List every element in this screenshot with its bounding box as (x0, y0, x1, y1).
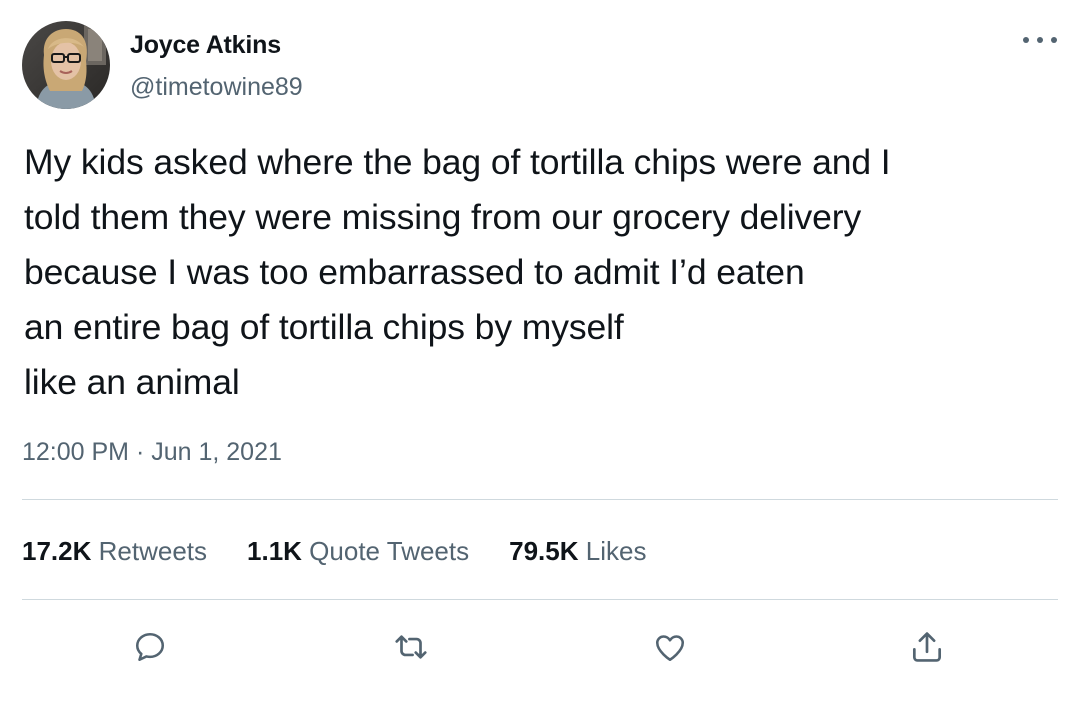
retweet-icon (395, 635, 427, 659)
retweets-count: 17.2K (22, 536, 92, 566)
share-button[interactable] (905, 625, 949, 669)
divider (22, 599, 1058, 600)
reply-icon (135, 632, 165, 662)
like-icon (655, 635, 685, 662)
tweet-stats: 17.2K Retweets 1.1K Quote Tweets 79.5K Lik… (22, 536, 686, 567)
tweet-text-line: My kids asked where the bag of tortilla … (24, 142, 891, 182)
share-icon (912, 632, 942, 662)
tweet-text-line: like an animal (24, 362, 240, 402)
avatar-photo (22, 21, 110, 109)
more-options-button[interactable] (1018, 26, 1062, 54)
tweet-timestamp[interactable]: 12:00 PM · Jun 1, 2021 (22, 438, 282, 467)
more-horizontal-icon (1023, 37, 1057, 43)
divider (22, 499, 1058, 500)
likes-label: Likes (585, 536, 647, 566)
likes-count: 79.5K (509, 536, 579, 566)
author-handle[interactable]: @timetowine89 (130, 73, 303, 102)
author-display-name[interactable]: Joyce Atkins (130, 31, 281, 60)
quote-tweets-stat[interactable]: 1.1K Quote Tweets (247, 536, 469, 567)
like-button[interactable] (648, 625, 692, 669)
tweet-text-line: because I was too embarrassed to admit I… (24, 252, 805, 292)
reply-button[interactable] (128, 625, 172, 669)
avatar[interactable] (22, 21, 110, 109)
quote-tweets-label: Quote Tweets (309, 536, 470, 566)
tweet-text-line: an entire bag of tortilla chips by mysel… (24, 307, 624, 347)
quote-tweets-count: 1.1K (247, 536, 302, 566)
tweet-text-line: told them they were missing from our gro… (24, 197, 862, 237)
retweets-stat[interactable]: 17.2K Retweets (22, 536, 207, 567)
retweet-button[interactable] (389, 625, 433, 669)
likes-stat[interactable]: 79.5K Likes (509, 536, 646, 567)
retweets-label: Retweets (98, 536, 208, 566)
tweet-text: My kids asked where the bag of tortilla … (24, 135, 1060, 410)
